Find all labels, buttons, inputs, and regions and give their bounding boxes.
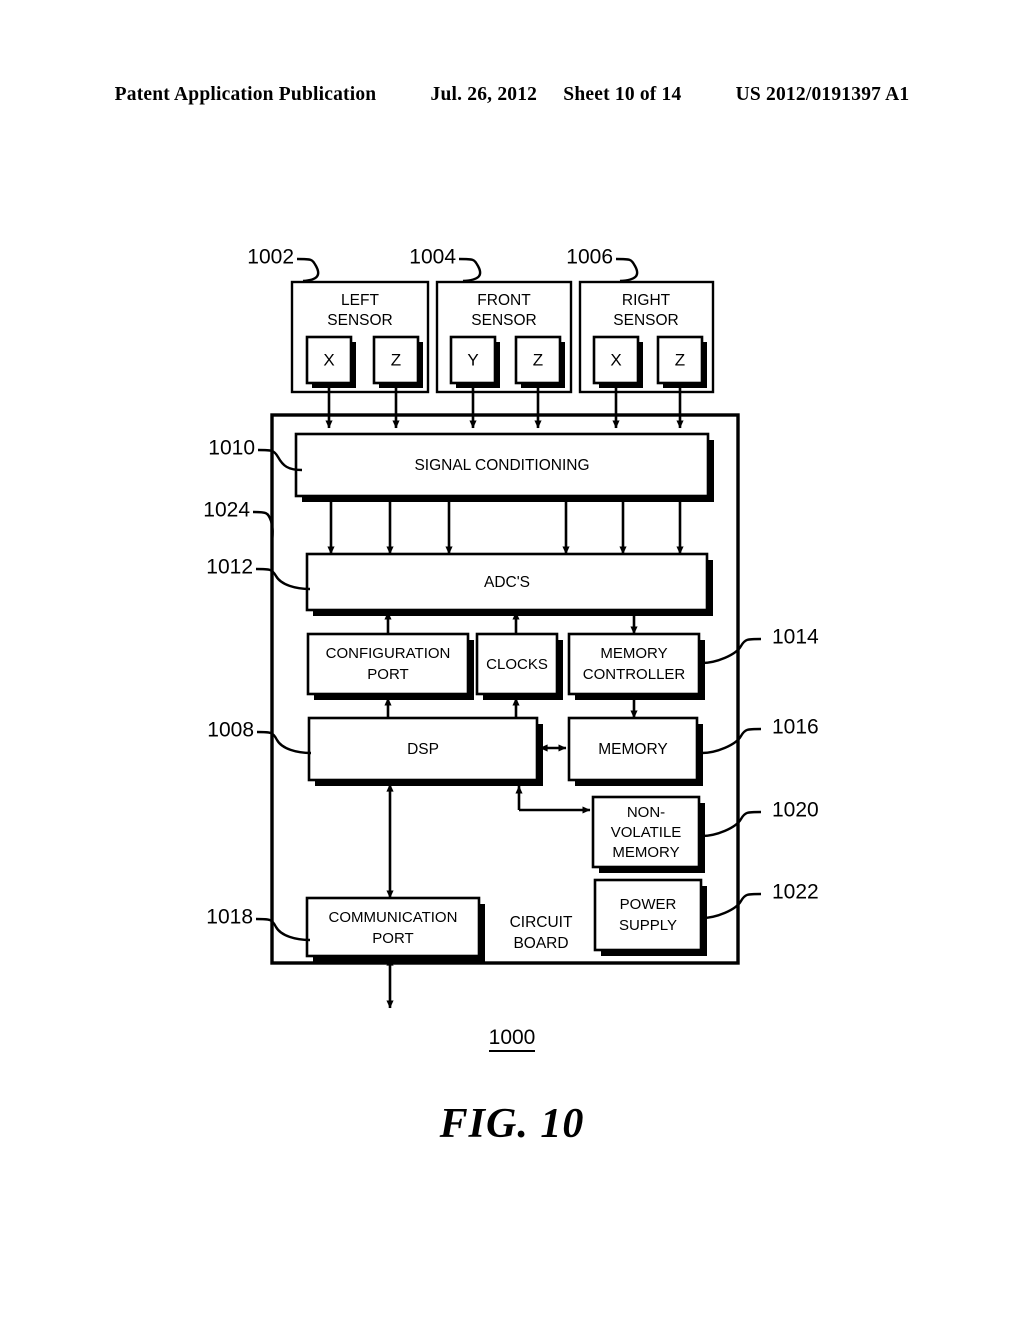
sensor-right-axis-z: Z [675,350,685,369]
power-supply-label-line1: POWER [620,896,677,913]
communication-port-label-line2: PORT [372,930,413,947]
ref-1014: 1014 [772,626,819,649]
sensor-front-axis-y: Y [467,350,478,369]
dsp-label: DSP [407,741,439,758]
figure-caption: FIG. 10 [439,1101,585,1147]
circuit-board-label-line2: BOARD [513,935,568,952]
ref-1004: 1004 [409,246,456,269]
sensor-left-axis-z: Z [391,350,401,369]
configuration-port-label-line2: PORT [367,666,408,683]
non-volatile-memory-label-line3: MEMORY [612,844,679,861]
ref-1010: 1010 [208,437,255,460]
memory-controller-label-line1: MEMORY [600,645,667,662]
ref-1006: 1006 [566,246,613,269]
sensor-right-title-line2: SENSOR [613,312,678,329]
ref-1024: 1024 [203,499,250,522]
circuit-board-label-line1: CIRCUIT [510,914,573,931]
ref-1016: 1016 [772,716,819,739]
ref-1018: 1018 [206,906,253,929]
sensor-front-title-line1: FRONT [477,292,531,309]
sensor-left-axis-x: X [323,350,334,369]
signal-conditioning-label: SIGNAL CONDITIONING [414,457,589,474]
non-volatile-memory-label-line1: NON- [627,804,665,821]
memory-controller-label-line2: CONTROLLER [583,666,686,683]
power-supply-label-line2: SUPPLY [619,917,677,934]
ref-1002: 1002 [247,246,294,269]
sensor-front-title-line2: SENSOR [471,312,536,329]
sensor-left-title-line2: SENSOR [327,312,392,329]
ref-1012: 1012 [206,556,253,579]
ref-1022: 1022 [772,881,819,904]
figure-ref-value: 1000 [488,1026,536,1052]
ref-1020: 1020 [772,799,819,822]
configuration-port-label-line1: CONFIGURATION [326,645,451,662]
adcs-label: ADC'S [484,574,530,591]
sensor-right-axis-x: X [610,350,621,369]
memory-label: MEMORY [598,741,667,758]
sensor-front-axis-z: Z [533,350,543,369]
non-volatile-memory-label-line2: VOLATILE [611,824,682,841]
figure-reference-numeral: 1000 [0,1026,1024,1052]
sensor-right-title-line1: RIGHT [622,292,671,309]
ref-1008: 1008 [207,719,254,742]
sensor-left-title-line1: LEFT [341,292,379,309]
clocks-label: CLOCKS [486,656,548,673]
communication-port-label-line1: COMMUNICATION [329,909,458,926]
